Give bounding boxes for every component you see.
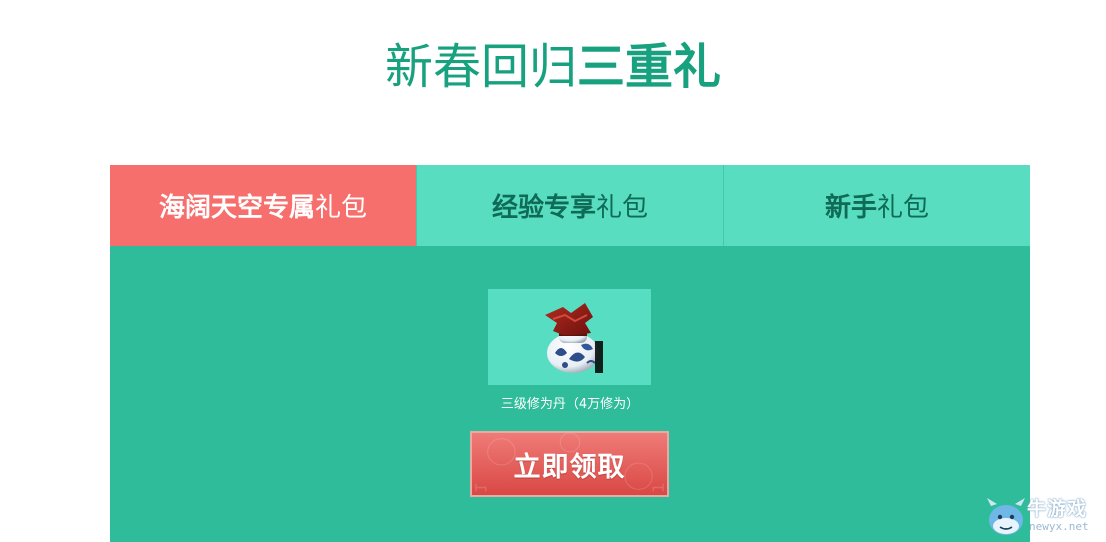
gift-tabs: 海阔天空专属 礼包 经验专享 礼包 新手 礼包 (110, 165, 1030, 246)
reward-item-box (488, 289, 651, 385)
tab-exclusive-gift[interactable]: 海阔天空专属 礼包 (110, 165, 417, 246)
watermark-domain: newyx.net (1029, 520, 1089, 533)
site-watermark: 牛游戏 newyx.net (985, 494, 1103, 540)
title-part-normal: 新春回归 (384, 39, 577, 95)
page-title: 新春回归三重礼 (0, 38, 1106, 96)
tab-label-normal: 礼包 (315, 193, 368, 223)
tab-experience-gift[interactable]: 经验专享 礼包 (417, 165, 724, 246)
watermark-brand: 牛游戏 (1027, 498, 1088, 520)
mascot-icon (987, 498, 1025, 535)
tab-label-normal: 礼包 (596, 193, 649, 223)
claim-button-label: 立即领取 (513, 451, 626, 483)
tab-label-bold: 经验专享 (491, 193, 596, 223)
tab-label-bold: 新手 (824, 193, 877, 223)
gift-panel: 海阔天空专属 礼包 经验专享 礼包 新手 礼包 三级修为丹（4万修为） 立即领取 (110, 165, 1030, 542)
pill-jar-icon (545, 303, 603, 373)
title-part-bold: 三重礼 (577, 39, 722, 95)
reward-item-name: 三级修为丹（4万修为） (500, 397, 640, 412)
tab-newbie-gift[interactable]: 新手 礼包 (724, 165, 1030, 246)
tab-label-normal: 礼包 (877, 193, 930, 223)
tab-label-bold: 海阔天空专属 (158, 193, 315, 223)
gift-page: 新春回归三重礼 海阔天空专属 礼包 经验专享 礼包 新手 礼包 三级修为丹（4万… (0, 0, 1106, 542)
claim-button[interactable]: 立即领取 (470, 431, 669, 497)
